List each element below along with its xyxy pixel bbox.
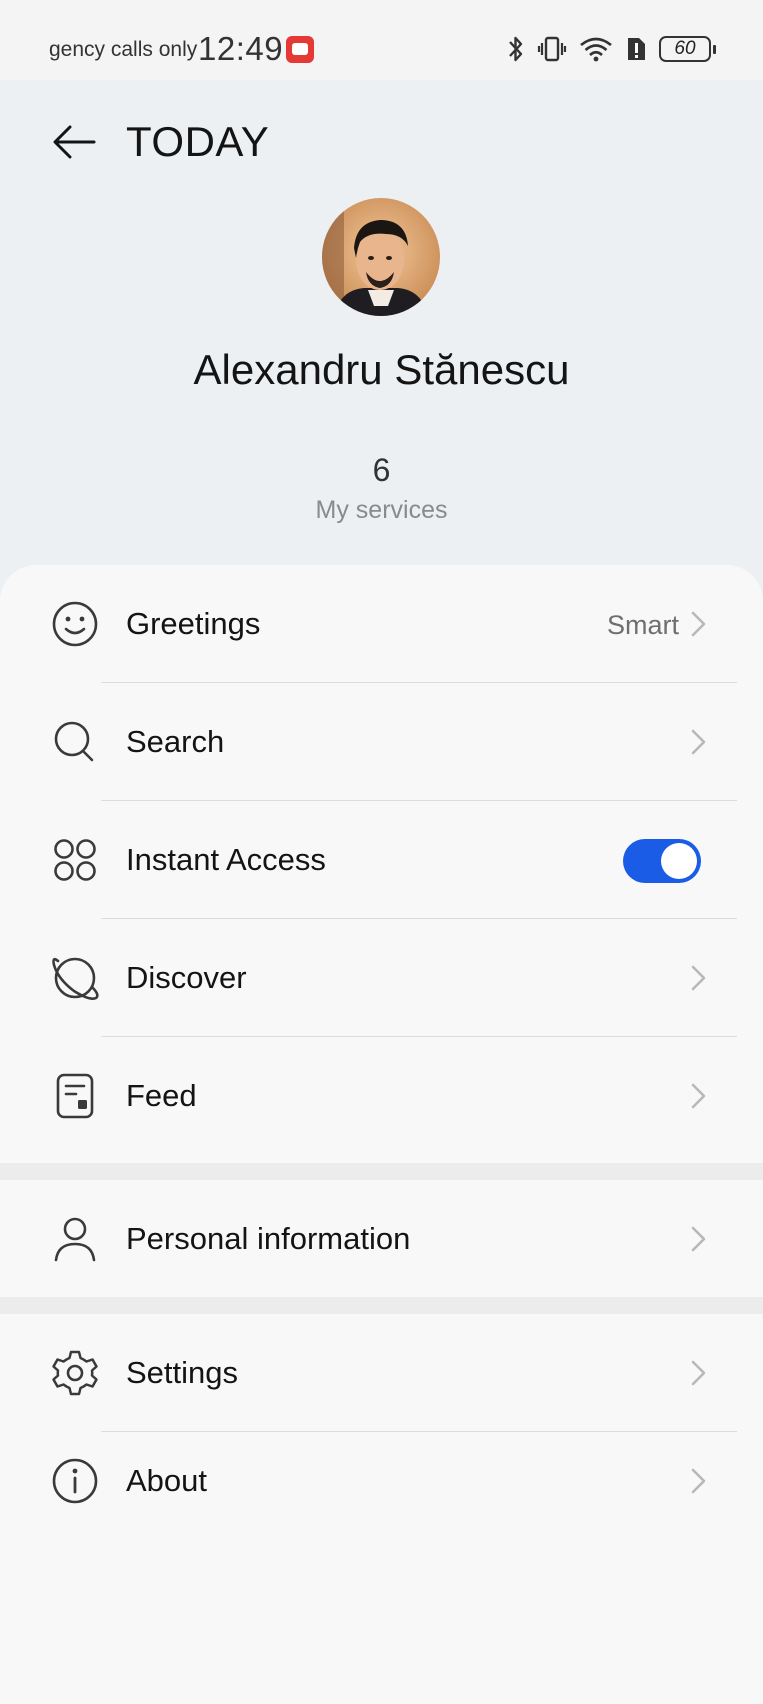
greetings-row[interactable]: Greetings Smart (0, 565, 763, 683)
section-separator (0, 1297, 763, 1314)
services-label[interactable]: My services (0, 496, 763, 525)
user-name: Alexandru Stănescu (193, 346, 570, 393)
grid-circles-icon (50, 835, 100, 885)
back-button[interactable] (50, 118, 98, 166)
chevron-right-icon (691, 729, 706, 755)
feed-label: Feed (126, 1078, 197, 1113)
battery-level: 60 (674, 38, 696, 59)
chevron-right-icon (691, 611, 706, 637)
notification-app-icon (286, 36, 314, 63)
info-icon (50, 1456, 100, 1506)
chevron-right-icon (691, 1360, 706, 1386)
about-row[interactable]: About (0, 1432, 763, 1532)
instant-access-label: Instant Access (126, 842, 326, 877)
personal-information-label: Personal information (126, 1221, 411, 1256)
page-header: TODAY (0, 112, 763, 172)
carrier-text: gency calls only (49, 38, 198, 61)
feed-row[interactable]: Feed (0, 1037, 763, 1155)
planet-icon (50, 953, 100, 1003)
status-bar: gency calls only 12:49 60 (0, 0, 763, 80)
discover-row[interactable]: Discover (0, 919, 763, 1037)
chevron-right-icon (691, 1468, 706, 1494)
bluetooth-icon (509, 36, 523, 62)
toggle-knob (661, 843, 697, 879)
avatar[interactable] (322, 198, 440, 316)
gear-icon (50, 1348, 100, 1398)
services-count[interactable]: 6 (0, 452, 763, 489)
page-title: TODAY (126, 118, 270, 165)
discover-label: Discover (126, 960, 247, 995)
instant-access-row[interactable]: Instant Access (0, 801, 763, 919)
chevron-right-icon (691, 1083, 706, 1109)
section-separator (0, 1163, 763, 1180)
feed-card-icon (50, 1071, 100, 1121)
chevron-right-icon (691, 965, 706, 991)
smile-icon (50, 599, 100, 649)
greetings-value: Smart (606, 610, 679, 640)
services-card: Greetings Smart Search Instant Access Di… (0, 565, 763, 1163)
search-row[interactable]: Search (0, 683, 763, 801)
vibrate-icon (537, 36, 567, 62)
settings-row[interactable]: Settings (0, 1314, 763, 1432)
status-icons: 60 (507, 33, 716, 65)
settings-card: Settings About (0, 1314, 763, 1704)
wifi-icon (580, 37, 612, 62)
settings-label: Settings (126, 1355, 239, 1390)
search-label: Search (126, 724, 225, 759)
chevron-right-icon (691, 1226, 706, 1252)
person-icon (50, 1214, 100, 1264)
battery-indicator: 60 (659, 36, 716, 62)
instant-access-toggle[interactable] (623, 839, 701, 883)
sim-alert-icon (628, 38, 645, 60)
about-label: About (126, 1463, 208, 1498)
greetings-label: Greetings (126, 606, 261, 641)
clock: 12:49 (198, 30, 284, 67)
search-icon (50, 717, 100, 767)
personal-card: Personal information (0, 1180, 763, 1297)
personal-information-row[interactable]: Personal information (0, 1180, 763, 1298)
arrow-left-icon (53, 125, 96, 159)
